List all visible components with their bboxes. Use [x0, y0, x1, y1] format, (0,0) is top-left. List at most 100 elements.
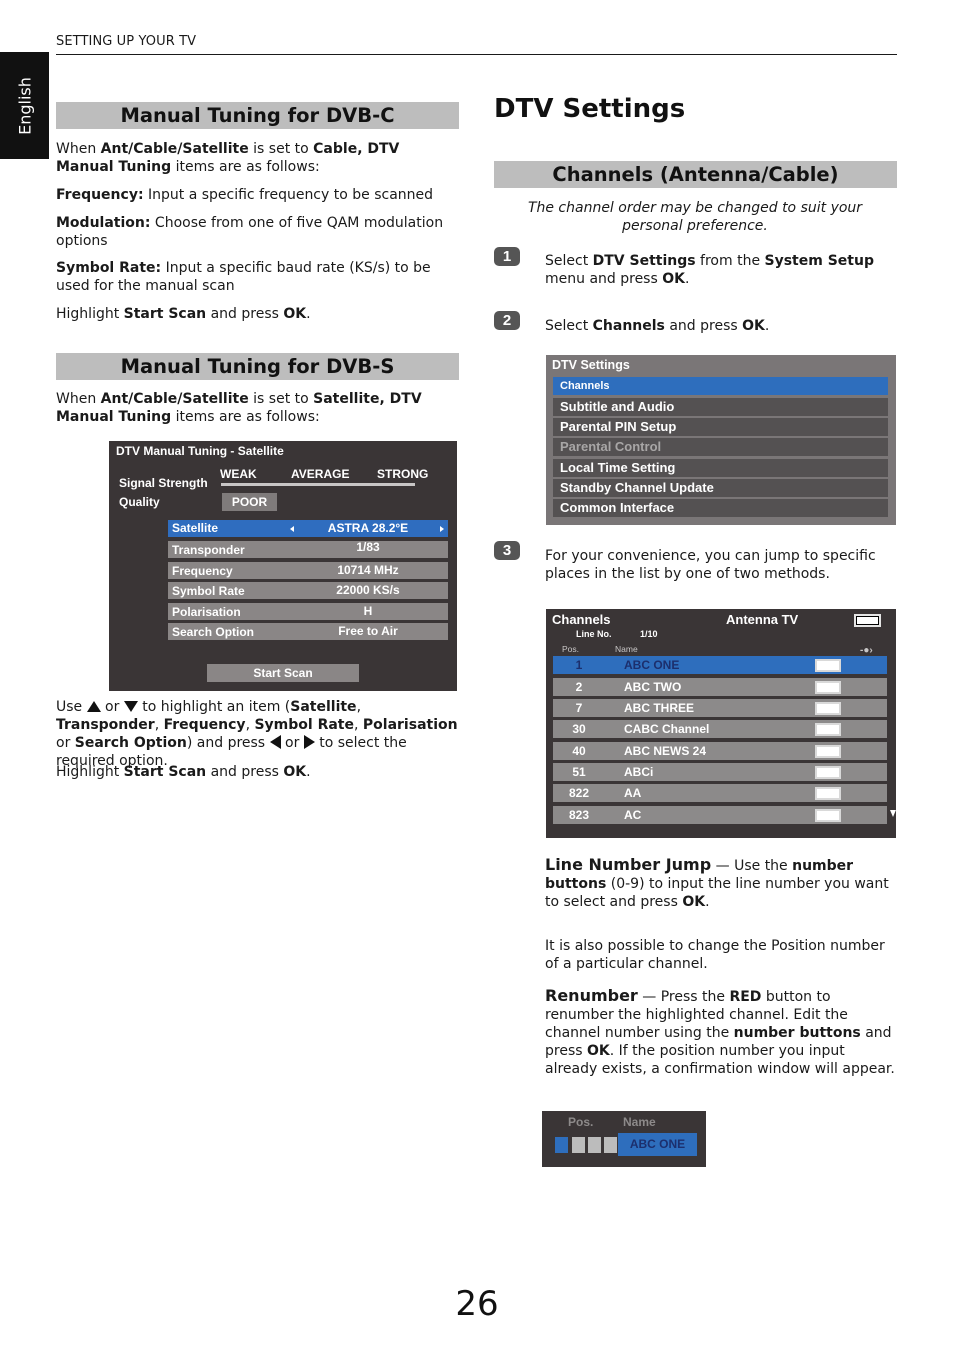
term: Ant/Cable/Satellite	[100, 141, 249, 157]
page-title: DTV Settings	[494, 94, 686, 124]
channel-row[interactable]: 30 CABC Channel	[553, 720, 887, 738]
digit-cell-active[interactable]	[555, 1137, 568, 1153]
row-value: H	[363, 604, 373, 618]
item-label: Frequency:	[56, 187, 144, 203]
col-pos-header: Pos.	[562, 644, 580, 654]
menu-item-local-time[interactable]: Local Time Setting	[553, 459, 888, 477]
menu-item-channels[interactable]: Channels	[553, 377, 888, 395]
running-head: SETTING UP YOUR TV	[56, 34, 197, 49]
dtv-settings-menu-screen: DTV Settings Channels Subtitle and Audio…	[546, 355, 896, 525]
text: items are as follows:	[171, 159, 320, 175]
dvbs-usage-instruction: Use or to highlight an item (Satellite, …	[56, 698, 466, 770]
tv-channel-icon	[815, 787, 841, 800]
renumber-col-name: Name	[623, 1115, 656, 1129]
step-1-badge: 1	[494, 247, 520, 266]
tuning-row-symbol-rate[interactable]: Symbol Rate 22000 KS/s	[168, 582, 448, 599]
row-label: Transponder	[172, 543, 245, 557]
term: number buttons	[733, 1025, 861, 1041]
tuning-row-frequency[interactable]: Frequency 10714 MHz	[168, 562, 448, 579]
text: and press	[206, 764, 284, 780]
signal-strength-label: Signal Strength	[119, 476, 208, 490]
line-number-jump-text: Line Number Jump — Use the number button…	[545, 856, 900, 911]
channel-row[interactable]: 51 ABCi	[553, 763, 887, 781]
channel-row[interactable]: 2 ABC TWO	[553, 678, 887, 696]
left-arrow-icon	[269, 735, 281, 749]
channel-pos: 30	[572, 722, 586, 736]
digit-cell[interactable]	[588, 1137, 601, 1153]
tv-channel-icon	[815, 723, 841, 736]
text: .	[306, 764, 311, 780]
tuning-row-search-option[interactable]: Search Option Free to Air	[168, 623, 448, 640]
step-3-badge: 3	[494, 541, 520, 560]
left-arrow-icon[interactable]	[290, 526, 294, 532]
menu-title: DTV Settings	[552, 358, 630, 372]
text: and press	[664, 318, 743, 334]
dvbc-item-symbol-rate: Symbol Rate: Input a specific baud rate …	[56, 259, 461, 295]
signal-strength-bar	[221, 483, 415, 486]
text: ,	[354, 717, 363, 733]
term: OK	[742, 318, 765, 334]
dvbc-highlight-instruction: Highlight Start Scan and press OK.	[56, 305, 461, 323]
channel-row[interactable]: 823 AC	[553, 806, 887, 824]
channel-row[interactable]: 40 ABC NEWS 24	[553, 742, 887, 760]
text: When	[56, 391, 101, 407]
term: OK	[682, 894, 706, 910]
channel-row[interactable]: 7 ABC THREE	[553, 699, 887, 717]
digit-cell[interactable]	[572, 1137, 585, 1153]
col-name-header: Name	[615, 644, 638, 654]
menu-item-parental-pin[interactable]: Parental PIN Setup	[553, 418, 888, 436]
row-value: 10714 MHz	[337, 563, 399, 577]
source-label: Antenna TV	[726, 612, 799, 627]
header-rule	[56, 54, 897, 55]
text: from the	[695, 253, 765, 269]
term: OK	[283, 306, 307, 322]
tuning-row-satellite[interactable]: Satellite ASTRA 28.2°E	[168, 520, 448, 537]
renumber-channel-name: ABC ONE	[618, 1133, 697, 1156]
text: When	[56, 141, 101, 157]
tuning-row-transponder[interactable]: Transponder 1/83	[168, 540, 448, 558]
channel-name: CABC Channel	[624, 722, 710, 736]
menu-item-standby-update[interactable]: Standby Channel Update	[553, 479, 888, 497]
start-scan-button[interactable]: Start Scan	[207, 664, 359, 682]
dvbs-intro: When Ant/Cable/Satellite is set to Satel…	[56, 390, 461, 426]
channel-pos: 822	[568, 786, 590, 800]
text: .	[306, 306, 311, 322]
text: menu and press	[545, 271, 663, 287]
position-note: It is also possible to change the Positi…	[545, 938, 885, 972]
item-text: Input a specific frequency to be scanned	[143, 187, 434, 203]
channel-name: ABC THREE	[624, 701, 695, 715]
scroll-down-icon[interactable]	[890, 810, 896, 817]
text: ,	[356, 699, 362, 715]
term: OK	[587, 1043, 610, 1059]
channel-order-note: The channel order may be changed to suit…	[527, 200, 863, 234]
text: Use	[56, 699, 87, 715]
term: Symbol Rate	[254, 717, 354, 733]
menu-item-subtitle-audio[interactable]: Subtitle and Audio	[553, 398, 888, 416]
channel-name: AC	[624, 808, 642, 822]
channel-name: ABC TWO	[624, 680, 682, 694]
channel-pos: 1	[575, 658, 583, 672]
scale-average: AVERAGE	[291, 467, 350, 481]
row-label: Search Option	[172, 625, 255, 639]
row-label: Satellite	[172, 521, 219, 535]
menu-item-common-interface[interactable]: Common Interface	[553, 499, 888, 517]
text: Select	[545, 253, 593, 269]
right-arrow-icon[interactable]	[440, 526, 444, 532]
term: Satellite	[290, 699, 357, 715]
term: Ant/Cable/Satellite	[100, 391, 249, 407]
channel-row[interactable]: 822 AA	[553, 784, 887, 802]
screen-title: DTV Manual Tuning - Satellite	[116, 444, 284, 458]
channel-pos: 2	[575, 680, 583, 694]
term: Polarisation	[362, 717, 458, 733]
channels-title: Channels	[552, 612, 611, 627]
text: is set to	[248, 391, 314, 407]
term: Start Scan	[123, 764, 207, 780]
channel-row[interactable]: 1 ABC ONE	[553, 656, 887, 674]
digit-cell[interactable]	[604, 1137, 617, 1153]
tuning-row-polarisation[interactable]: Polarisation H	[168, 603, 448, 620]
text: — Use the	[711, 858, 793, 874]
row-value: 22000 KS/s	[336, 583, 400, 597]
right-arrow-icon	[303, 735, 315, 749]
text: and press	[206, 306, 284, 322]
step-3-text: For your convenience, you can jump to sp…	[545, 548, 876, 582]
